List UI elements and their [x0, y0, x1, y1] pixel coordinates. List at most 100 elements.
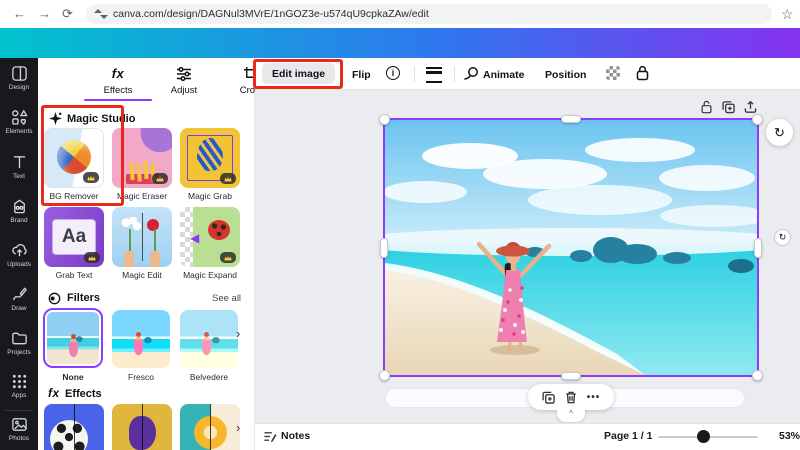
element-lock-icon[interactable] — [700, 100, 713, 114]
stem — [129, 229, 131, 251]
edit-image-button[interactable]: Edit image — [262, 63, 336, 84]
sidebar-item-draw[interactable]: Draw — [0, 286, 38, 312]
tool-grab-text[interactable]: Aa — [44, 207, 104, 267]
resize-handle-se[interactable] — [752, 370, 763, 381]
browser-reload-icon[interactable]: ⟳ — [62, 6, 73, 22]
ladybug-illustration — [208, 220, 230, 240]
rotate-button[interactable]: ↻ — [766, 119, 793, 146]
divider — [5, 410, 33, 411]
tool-magic-edit[interactable] — [112, 207, 172, 267]
apps-icon — [12, 374, 26, 389]
zoom-slider-thumb[interactable] — [697, 430, 710, 443]
filter-fresco[interactable] — [112, 310, 170, 368]
tool-bg-remover[interactable] — [44, 128, 104, 188]
notes-button[interactable]: Notes — [281, 430, 310, 442]
filter-label: Belvedere — [189, 372, 229, 382]
sidebar-item-projects[interactable]: Projects — [0, 330, 38, 356]
resize-handle-ne[interactable] — [752, 114, 763, 125]
resize-handle-s[interactable] — [561, 372, 581, 380]
border-style-icon[interactable] — [426, 67, 442, 83]
filters-see-all-link[interactable]: See all — [212, 293, 241, 304]
elements-icon — [11, 109, 28, 126]
filter-none[interactable] — [43, 308, 103, 368]
position-button[interactable]: Position — [545, 69, 586, 81]
sidebar-item-elements[interactable]: Elements — [0, 109, 38, 135]
filter-belvedere[interactable] — [180, 310, 238, 368]
effects-scroll-right-icon[interactable]: › — [236, 420, 240, 435]
app-header: File Resize & Magic Switch ↶ ↷ ✓ Untitle… — [0, 28, 800, 83]
effect-thumb-blur[interactable] — [180, 404, 240, 450]
site-info-icon[interactable] — [94, 9, 108, 19]
page-image[interactable] — [385, 120, 757, 375]
sidebar-item-text[interactable]: Text — [0, 154, 38, 180]
divider — [74, 404, 75, 450]
text-icon — [13, 156, 25, 169]
resize-handle-sw[interactable] — [379, 370, 390, 381]
resize-handle-nw[interactable] — [379, 114, 390, 125]
filter-label: None — [62, 372, 84, 382]
pro-crown-badge — [83, 172, 99, 183]
transparency-icon[interactable] — [606, 66, 620, 80]
filters-scroll-right-icon[interactable]: › — [236, 326, 240, 341]
tool-magic-grab[interactable] — [180, 128, 240, 188]
animate-icon[interactable] — [464, 66, 479, 81]
stem — [154, 229, 156, 251]
divider — [142, 404, 143, 450]
duplicate-page-icon[interactable] — [722, 100, 735, 114]
context-toolbar — [255, 58, 800, 90]
tool-magic-expand[interactable]: ◀ — [180, 207, 240, 267]
text-card-illustration: Aa — [52, 219, 96, 255]
filter-label: Fresco — [128, 372, 154, 382]
filter-preview — [47, 312, 99, 364]
tab-adjust[interactable]: Adjust — [151, 66, 217, 96]
sidebar-item-brand[interactable]: Brand — [0, 198, 38, 224]
fx-icon: fx — [48, 386, 60, 400]
notes-icon[interactable] — [263, 430, 277, 443]
pro-crown-badge — [84, 252, 100, 263]
pro-crown-badge — [220, 252, 236, 263]
effect-thumb-shadows[interactable] — [44, 404, 104, 450]
browser-toolbar: ← → ⟳ canva.com/design/DAGNul3MVrE/1nGOZ… — [0, 0, 800, 28]
filter-preview — [112, 310, 170, 368]
tool-label: Magic Edit — [122, 270, 162, 280]
sidebar-item-photos[interactable]: Photos — [0, 416, 38, 442]
flip-button[interactable]: Flip — [352, 69, 371, 81]
animate-button[interactable]: Animate — [483, 69, 524, 81]
brand-icon — [13, 199, 25, 214]
tool-label: BG Remover — [49, 191, 99, 201]
browser-back-icon[interactable]: ← — [13, 6, 26, 21]
design-icon — [11, 66, 27, 81]
tool-label: Grab Text — [55, 270, 93, 280]
daisy-illustration — [121, 217, 141, 231]
lock-icon[interactable] — [636, 65, 649, 81]
more-options-icon[interactable]: ••• — [587, 392, 601, 403]
duplicate-icon[interactable] — [542, 391, 555, 404]
canva-editor-window: ← → ⟳ canva.com/design/DAGNul3MVrE/1nGOZ… — [0, 0, 800, 450]
url-text: canva.com/design/DAGNul3MVrE/1nGOZ3e-u57… — [113, 8, 429, 20]
filters-title: Filters — [67, 292, 101, 304]
sidebar-rail: Design Elements Text Brand Uploads Draw … — [0, 58, 38, 450]
resize-handle-n[interactable] — [561, 115, 581, 123]
fx-icon: fx — [111, 66, 125, 81]
sidebar-item-apps[interactable]: Apps — [0, 373, 38, 399]
share-export-icon[interactable] — [744, 100, 757, 114]
resize-handle-e[interactable] — [754, 238, 762, 258]
browser-forward-icon[interactable]: → — [38, 6, 51, 21]
address-bar[interactable]: canva.com/design/DAGNul3MVrE/1nGOZ3e-u57… — [86, 4, 772, 24]
sidebar-item-uploads[interactable]: Uploads — [0, 242, 38, 268]
info-icon[interactable]: i — [386, 66, 400, 80]
active-tab-indicator — [84, 99, 152, 101]
tab-effects[interactable]: fx Effects — [85, 66, 151, 96]
aspect-cycle-button[interactable]: ↻ — [774, 229, 791, 246]
hand-illustration — [150, 251, 160, 267]
bookmark-star-icon[interactable]: ☆ — [781, 6, 794, 23]
delete-icon[interactable] — [565, 391, 577, 404]
effect-thumb-duotone[interactable] — [112, 404, 172, 450]
sidebar-item-design[interactable]: Design — [0, 65, 38, 91]
rose-illustration — [147, 219, 159, 231]
uploads-icon — [11, 243, 27, 257]
tool-label: Magic Grab — [188, 191, 232, 201]
resize-handle-w[interactable] — [380, 238, 388, 258]
tool-magic-eraser[interactable] — [112, 128, 172, 188]
collapse-toolbar-tab[interactable]: ^ — [557, 409, 585, 422]
